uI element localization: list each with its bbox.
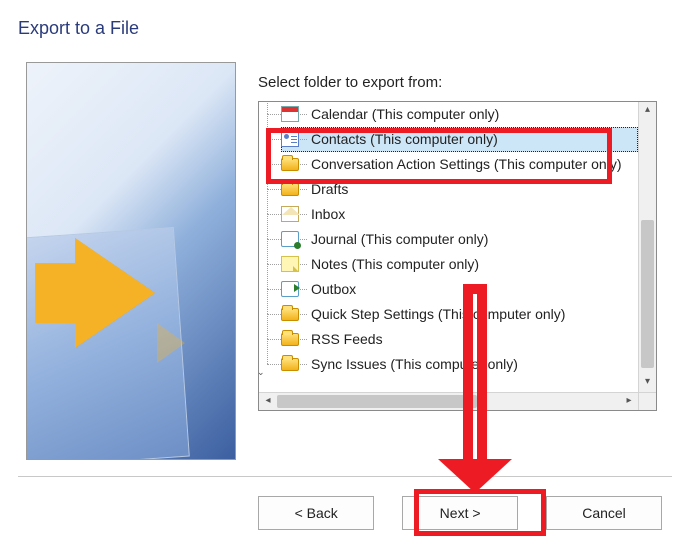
tree-item[interactable]: Outbox	[281, 277, 638, 302]
expand-icon[interactable]: ⌄	[259, 360, 266, 369]
folder-icon	[281, 358, 299, 371]
journal-icon	[281, 231, 299, 247]
instruction-label: Select folder to export from:	[258, 74, 442, 91]
tree-item[interactable]: Calendar (This computer only)	[281, 102, 638, 127]
tree-item[interactable]: Journal (This computer only)	[281, 227, 638, 252]
tree-item[interactable]: Quick Step Settings (This computer only)	[281, 302, 638, 327]
folder-icon	[281, 183, 299, 196]
inbox-icon	[281, 206, 299, 222]
next-button[interactable]: Next >	[402, 496, 518, 530]
tree-item-label: Outbox	[311, 281, 356, 297]
calendar-icon	[281, 106, 299, 122]
notes-icon	[281, 256, 299, 272]
tree-item[interactable]: Inbox	[281, 202, 638, 227]
folder-icon	[281, 333, 299, 346]
separator	[18, 476, 672, 477]
cancel-button[interactable]: Cancel	[546, 496, 662, 530]
scroll-left-button[interactable]: ◂	[259, 393, 277, 410]
scroll-down-button[interactable]: ▾	[639, 374, 656, 392]
tree-item[interactable]: Conversation Action Settings (This compu…	[281, 152, 638, 177]
tree-item[interactable]: Drafts	[281, 177, 638, 202]
dialog-title: Export to a File	[18, 18, 139, 39]
scroll-right-button[interactable]: ▸	[620, 393, 638, 410]
tree-item-label: RSS Feeds	[311, 331, 383, 347]
tree-item[interactable]: ⌄Sync Issues (This computer only)	[281, 352, 638, 377]
tree-item-label: Drafts	[311, 181, 348, 197]
tree-item-label: Quick Step Settings (This computer only)	[311, 306, 565, 322]
vertical-scrollbar[interactable]: ▴ ▾	[638, 102, 656, 392]
horizontal-scrollbar[interactable]: ◂ ▸	[259, 392, 656, 410]
wizard-illustration	[26, 62, 236, 460]
folder-icon	[281, 308, 299, 321]
horizontal-scroll-thumb[interactable]	[277, 395, 477, 408]
tree-item-label: Conversation Action Settings (This compu…	[311, 156, 621, 172]
contacts-icon	[281, 131, 299, 147]
tree-item-label: Journal (This computer only)	[311, 231, 488, 247]
folder-icon	[281, 158, 299, 171]
tree-item[interactable]: RSS Feeds	[281, 327, 638, 352]
scroll-corner	[638, 393, 656, 410]
folder-tree[interactable]: Calendar (This computer only) Contacts (T…	[258, 101, 657, 411]
tree-item-label: Inbox	[311, 206, 345, 222]
scroll-up-button[interactable]: ▴	[639, 102, 656, 120]
tree-item-label: Notes (This computer only)	[311, 256, 479, 272]
tree-item-label: Calendar (This computer only)	[311, 106, 499, 122]
tree-item[interactable]: Notes (This computer only)	[281, 252, 638, 277]
outbox-icon	[281, 281, 299, 297]
back-button[interactable]: < Back	[258, 496, 374, 530]
tree-item-label: Contacts (This computer only)	[311, 131, 498, 147]
tree-item-label: Sync Issues (This computer only)	[311, 356, 518, 372]
tree-item[interactable]: Contacts (This computer only)	[281, 127, 638, 152]
vertical-scroll-thumb[interactable]	[641, 220, 654, 368]
